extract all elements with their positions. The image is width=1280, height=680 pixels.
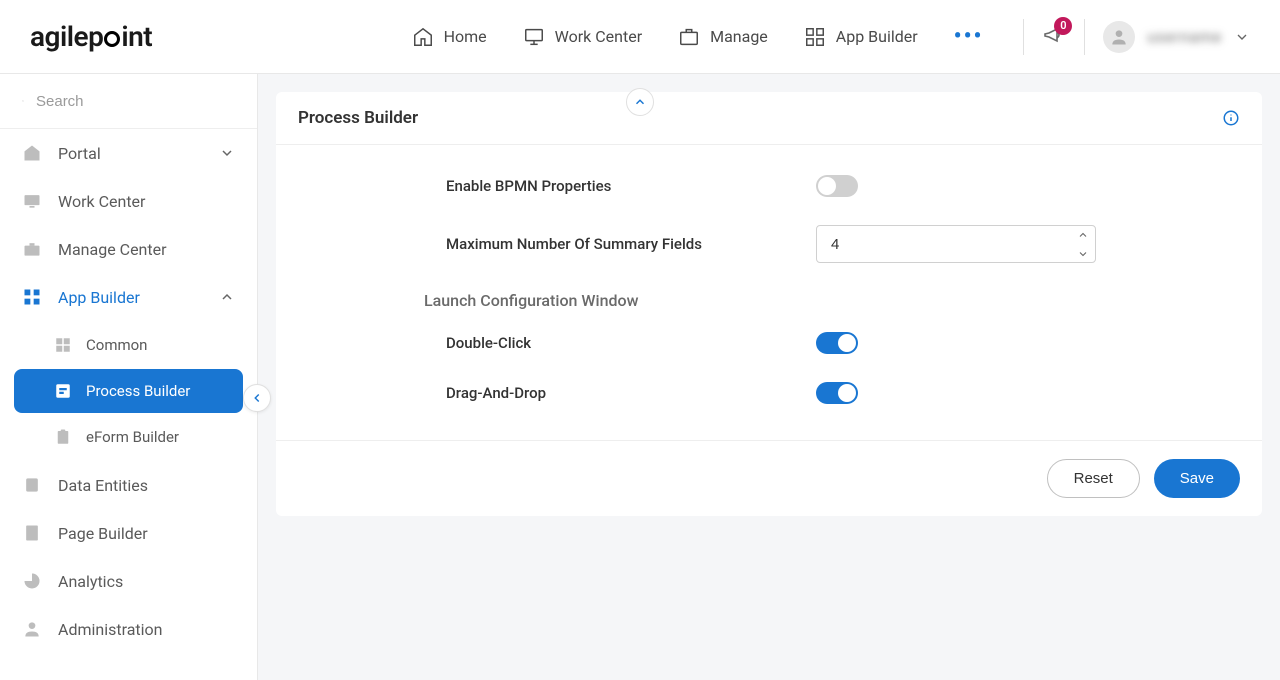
search-icon	[22, 92, 24, 110]
max-summary-spinner	[816, 225, 1096, 263]
spinner-down[interactable]	[1071, 244, 1095, 263]
enable-bpmn-label: Enable BPMN Properties	[446, 177, 816, 195]
nav-app-builder-label: App Builder	[836, 27, 918, 46]
row-double-click: Double-Click	[446, 332, 1240, 354]
chevron-down-icon	[1077, 248, 1089, 260]
sidebar-item-label: Manage Center	[58, 240, 167, 259]
grid-icon	[54, 336, 72, 354]
page-icon	[22, 523, 42, 543]
sidebar-item-administration[interactable]: Administration	[0, 605, 257, 653]
sidebar-sub-common[interactable]: Common	[14, 323, 243, 367]
chevron-up-icon	[1077, 229, 1089, 241]
flow-icon	[54, 382, 72, 400]
chevron-down-icon	[1234, 29, 1250, 45]
database-icon	[22, 475, 42, 495]
spinner-buttons	[1071, 225, 1095, 263]
panel-title: Process Builder	[298, 108, 418, 128]
nav-manage-label: Manage	[710, 27, 768, 46]
sidebar-item-label: Administration	[58, 620, 163, 639]
sidebar-item-label: Work Center	[58, 192, 145, 211]
max-summary-label: Maximum Number Of Summary Fields	[446, 235, 816, 253]
divider	[1084, 19, 1085, 55]
sidebar-item-analytics[interactable]: Analytics	[0, 557, 257, 605]
sidebar-item-label: Analytics	[58, 572, 123, 591]
home-icon	[22, 143, 42, 163]
nav-home-label: Home	[444, 27, 487, 46]
body: Portal Work Center Manage Center App Bui…	[0, 74, 1280, 680]
apps-icon	[804, 26, 826, 48]
sidebar-sub-label: Common	[86, 336, 147, 354]
chevron-down-icon	[219, 145, 235, 161]
monitor-icon	[523, 26, 545, 48]
divider	[1023, 19, 1024, 55]
info-icon[interactable]	[1222, 109, 1240, 127]
sidebar-scroll[interactable]: Portal Work Center Manage Center App Bui…	[0, 129, 257, 680]
nav-manage[interactable]: Manage	[678, 26, 768, 48]
reset-button[interactable]: Reset	[1047, 459, 1140, 498]
search-wrap	[0, 74, 257, 129]
enable-bpmn-toggle[interactable]	[816, 175, 858, 197]
apps-icon	[22, 287, 42, 307]
drag-drop-label: Drag-And-Drop	[446, 384, 816, 402]
pie-chart-icon	[22, 571, 42, 591]
launch-section-heading: Launch Configuration Window	[424, 291, 1240, 310]
sidebar-item-label: Portal	[58, 144, 101, 163]
max-summary-input[interactable]	[817, 236, 1071, 253]
sidebar-item-app-builder[interactable]: App Builder	[0, 273, 257, 321]
nav-more[interactable]: •••	[954, 24, 984, 49]
monitor-icon	[22, 191, 42, 211]
row-max-summary: Maximum Number Of Summary Fields	[446, 225, 1240, 263]
nav-home[interactable]: Home	[412, 26, 487, 48]
user-icon	[22, 619, 42, 639]
sidebar-item-work-center[interactable]: Work Center	[0, 177, 257, 225]
save-button[interactable]: Save	[1154, 459, 1240, 498]
sidebar-item-label: App Builder	[58, 288, 140, 307]
header-collapse-button[interactable]	[626, 88, 654, 116]
sidebar-item-label: Page Builder	[58, 524, 148, 543]
briefcase-icon	[22, 239, 42, 259]
sidebar-item-data-entities[interactable]: Data Entities	[0, 461, 257, 509]
sidebar-sub-label: Process Builder	[86, 382, 190, 400]
nav-work-center[interactable]: Work Center	[523, 26, 642, 48]
settings-panel: Process Builder Enable BPMN Properties M…	[276, 92, 1262, 516]
header-right: 0 username	[1023, 19, 1250, 55]
panel-footer: Reset Save	[276, 440, 1262, 516]
row-drag-drop: Drag-And-Drop	[446, 382, 1240, 404]
sidebar-sub-process-builder[interactable]: Process Builder	[14, 369, 243, 413]
avatar	[1103, 21, 1135, 53]
sidebar-collapse-button[interactable]	[243, 384, 271, 412]
sidebar: Portal Work Center Manage Center App Bui…	[0, 74, 258, 680]
sidebar-item-manage-center[interactable]: Manage Center	[0, 225, 257, 273]
notifications-button[interactable]: 0	[1042, 23, 1066, 51]
sidebar-item-portal[interactable]: Portal	[0, 129, 257, 177]
chevron-left-icon	[250, 391, 264, 405]
panel-header: Process Builder	[276, 92, 1262, 145]
double-click-toggle[interactable]	[816, 332, 858, 354]
app-header: agilepint Home Work Center Manage App Bu…	[0, 0, 1280, 74]
user-menu[interactable]: username	[1103, 21, 1250, 53]
home-icon	[412, 26, 434, 48]
sidebar-item-page-builder[interactable]: Page Builder	[0, 509, 257, 557]
logo: agilepint	[30, 20, 152, 53]
panel-body: Enable BPMN Properties Maximum Number Of…	[276, 145, 1262, 440]
top-nav: Home Work Center Manage App Builder •••	[412, 24, 984, 49]
user-icon	[1109, 27, 1129, 47]
sidebar-sub-eform-builder[interactable]: eForm Builder	[14, 415, 243, 459]
sidebar-sub-label: eForm Builder	[86, 428, 179, 446]
chevron-up-icon	[633, 95, 647, 109]
nav-work-center-label: Work Center	[555, 27, 642, 46]
clipboard-icon	[54, 428, 72, 446]
search-input[interactable]	[36, 93, 235, 110]
briefcase-icon	[678, 26, 700, 48]
double-click-label: Double-Click	[446, 334, 816, 352]
nav-app-builder[interactable]: App Builder	[804, 26, 918, 48]
notification-badge: 0	[1054, 17, 1072, 35]
row-enable-bpmn: Enable BPMN Properties	[446, 175, 1240, 197]
sidebar-item-label: Data Entities	[58, 476, 148, 495]
username: username	[1147, 28, 1222, 46]
main-content: Process Builder Enable BPMN Properties M…	[258, 74, 1280, 680]
drag-drop-toggle[interactable]	[816, 382, 858, 404]
chevron-up-icon	[219, 289, 235, 305]
spinner-up[interactable]	[1071, 225, 1095, 244]
